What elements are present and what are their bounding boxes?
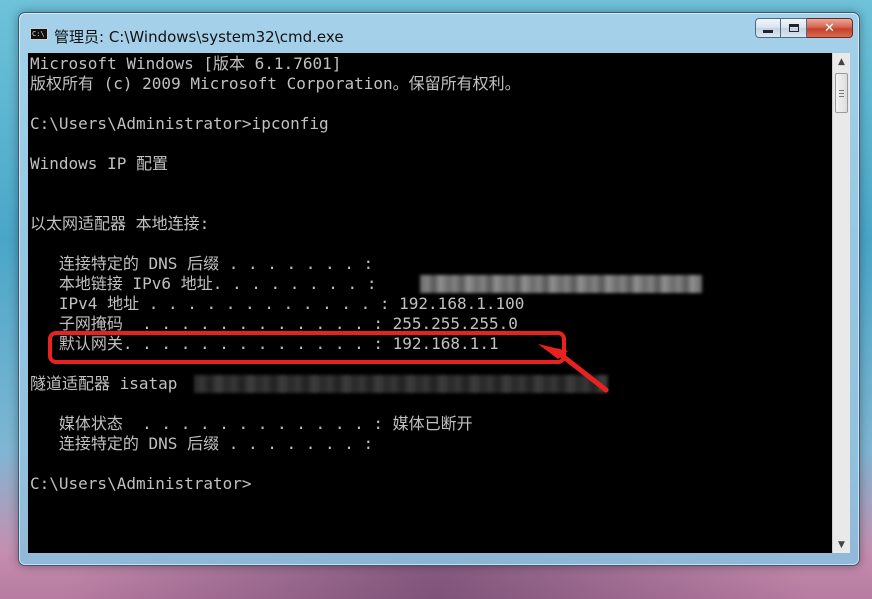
arrow-shaft [557, 351, 609, 393]
scroll-up-button[interactable]: ▲ [833, 53, 850, 70]
chevron-down-icon: ▼ [838, 539, 845, 550]
grip-line [839, 90, 844, 91]
chevron-up-icon: ▲ [838, 56, 845, 67]
scroll-thumb[interactable] [835, 73, 848, 113]
annotation-arrow-icon [538, 344, 609, 393]
cmd-icon[interactable]: C:\ [30, 28, 48, 40]
scroll-down-button[interactable]: ▼ [833, 536, 850, 553]
title-bar[interactable]: C:\ 管理员: C:\Windows\system32\cmd.exe ✕ [19, 13, 859, 53]
vertical-scrollbar[interactable]: ▲ ▼ [832, 53, 850, 553]
console-output[interactable]: Microsoft Windows [版本 6.1.7601] 版权所有 (c)… [28, 53, 832, 553]
cmd-window[interactable]: C:\ 管理员: C:\Windows\system32\cmd.exe ✕ M… [18, 12, 860, 566]
maximize-button[interactable] [781, 18, 807, 38]
window-title: 管理员: C:\Windows\system32\cmd.exe [54, 28, 344, 46]
close-icon: ✕ [824, 20, 835, 36]
grip-line [839, 93, 844, 94]
minimize-icon [763, 30, 773, 33]
close-button[interactable]: ✕ [807, 18, 853, 38]
maximize-icon [788, 24, 799, 32]
grip-line [839, 96, 844, 97]
caption-buttons: ✕ [755, 18, 853, 39]
minimize-button[interactable] [755, 18, 781, 38]
